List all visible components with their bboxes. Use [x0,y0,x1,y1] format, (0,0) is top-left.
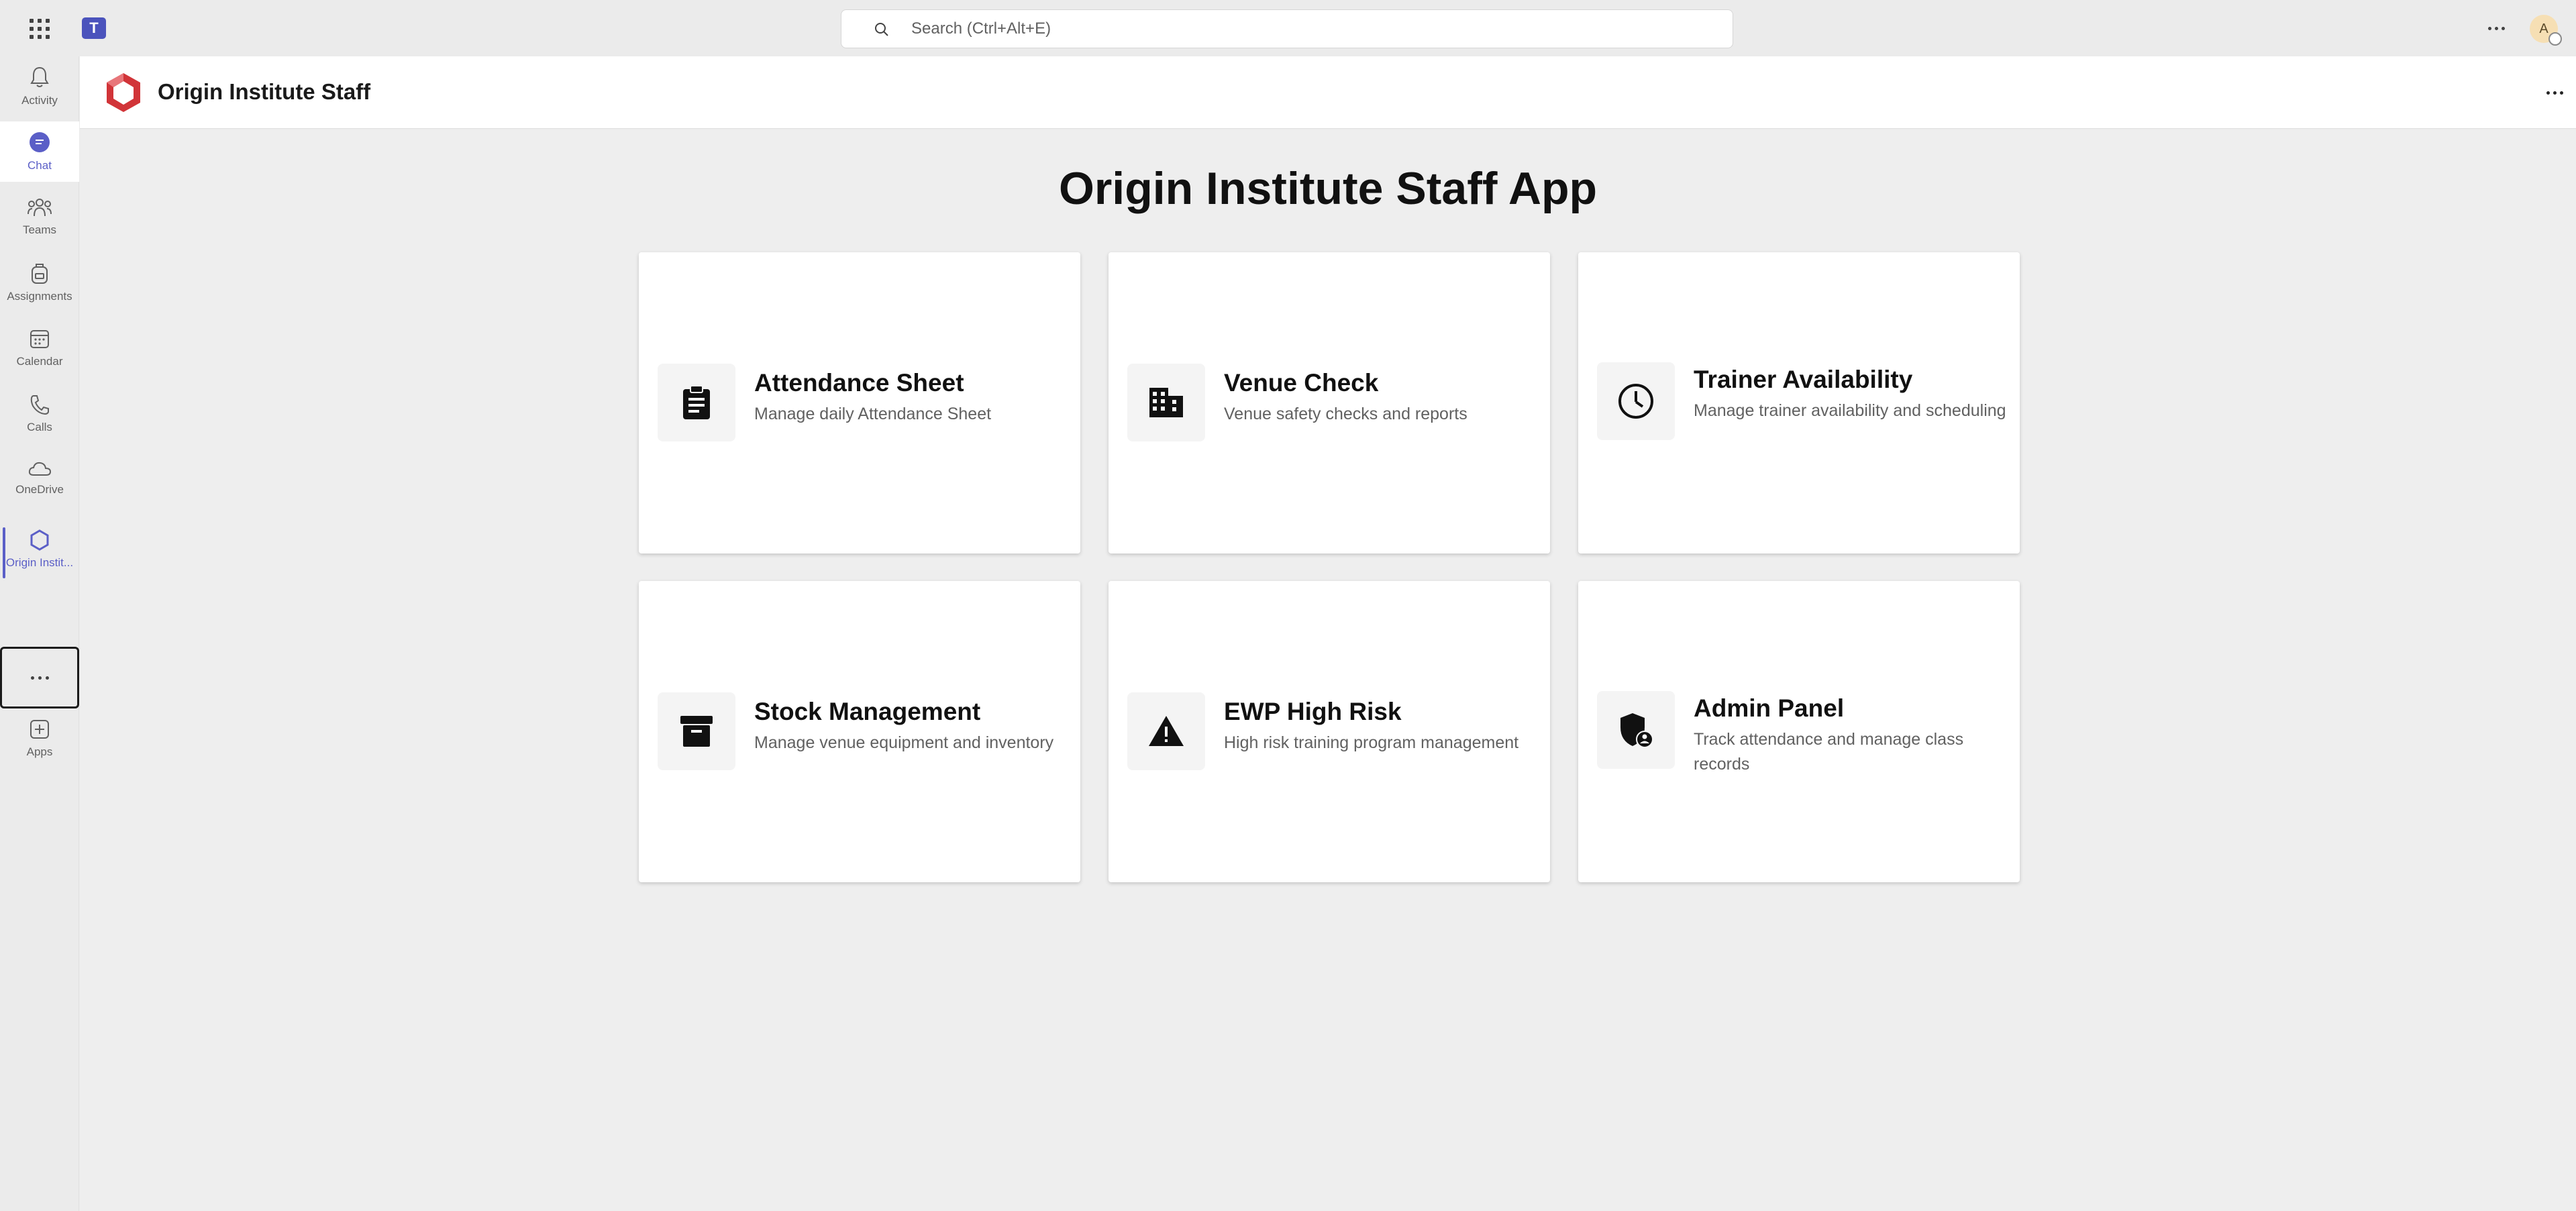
search-input[interactable]: Search (Ctrl+Alt+E) [841,9,1733,48]
rail-item-label: Activity [21,94,58,107]
calendar-icon [30,330,49,348]
warning-icon [1149,716,1184,746]
origin-logo-icon [107,73,140,112]
building-icon [1149,388,1183,417]
app-title: Origin Institute Staff [158,79,371,104]
card-venue-check[interactable]: Venue Check Venue safety checks and repo… [1109,252,1550,554]
top-bar: T Search (Ctrl+Alt+E) A [0,0,2576,56]
card-description: Manage daily Attendance Sheet [754,405,992,424]
rail-item-onedrive[interactable]: OneDrive [0,448,79,509]
card-text: Stock Management Manage venue equipment … [754,697,1067,755]
card-title: Admin Panel [1694,694,1845,722]
teams-icon [28,199,52,217]
bell-icon [30,66,49,87]
card-description: Manage venue equipment and inventory [754,733,1054,753]
rail-item-chat[interactable]: Chat [0,121,79,182]
search-icon [875,23,888,36]
clipboard-icon [683,385,710,419]
add-app-icon [30,720,49,739]
teams-logo: T [82,17,106,39]
rail-item-activity[interactable]: Activity [0,56,79,117]
rail-item-teams[interactable]: Teams [0,187,79,247]
card-description: Track attendance and manage class record… [1694,730,1964,774]
avatar[interactable]: A [2530,15,2562,46]
main-content: Origin Institute Staff App Attendance Sh… [80,129,2576,1211]
cloud-icon [28,462,52,476]
card-description: High risk training program management [1224,733,1519,753]
card-description: Manage trainer availability and scheduli… [1694,401,2006,421]
chat-icon [30,132,50,152]
rail-item-label: Chat [28,159,52,172]
card-icon-box [658,692,735,770]
rail-item-assignments[interactable]: Assignments [0,252,79,313]
card-text: Trainer Availability Manage trainer avai… [1694,365,2006,423]
card-icon-box [1127,692,1205,770]
presence-status-icon [2548,32,2562,46]
card-stock-management[interactable]: Stock Management Manage venue equipment … [639,581,1080,882]
phone-icon [30,395,49,415]
search-placeholder: Search (Ctrl+Alt+E) [911,19,1051,38]
more-apps-button[interactable] [0,647,79,708]
card-attendance-sheet[interactable]: Attendance Sheet Manage daily Attendance… [639,252,1080,554]
rail-item-label: Origin Instit... [5,556,74,569]
card-icon-box [1127,364,1205,441]
avatar-initial: A [2539,21,2548,36]
card-ewp-high-risk[interactable]: EWP High Risk High risk training program… [1109,581,1550,882]
backpack-icon [32,264,48,284]
rail-item-calls[interactable]: Calls [0,384,79,444]
rail-item-calendar[interactable]: Calendar [0,318,79,378]
app-header: Origin Institute Staff [80,56,2576,129]
card-admin-panel[interactable]: Admin Panel Track attendance and manage … [1578,581,2020,882]
card-icon-box [658,364,735,441]
card-text: Venue Check Venue safety checks and repo… [1224,368,1537,427]
card-title: Attendance Sheet [754,369,964,397]
archive-box-icon [680,716,713,747]
card-title: Venue Check [1224,369,1379,397]
clock-icon [1618,384,1653,419]
card-text: Attendance Sheet Manage daily Attendance… [754,368,1067,427]
card-icon-box [1597,691,1675,769]
page-title: Origin Institute Staff App [1058,163,1598,214]
rail-item-label: Teams [22,223,57,236]
rail-item-apps[interactable]: Apps [0,708,79,769]
card-description: Venue safety checks and reports [1224,405,1467,424]
app-launcher-icon[interactable] [27,16,52,42]
rail-item-label: Apps [26,745,53,758]
card-trainer-availability[interactable]: Trainer Availability Manage trainer avai… [1578,252,2020,554]
settings-more-button[interactable] [2481,15,2511,42]
app-rail: Activity Chat Teams Assignments Calendar… [0,56,79,1211]
card-icon-box [1597,362,1675,440]
rail-item-label: OneDrive [15,483,64,496]
origin-app-icon [30,529,49,551]
card-title: EWP High Risk [1224,698,1402,725]
rail-item-origin-institute[interactable]: Origin Instit... [0,519,79,580]
card-text: EWP High Risk High risk training program… [1224,697,1537,755]
card-text: Admin Panel Track attendance and manage … [1694,694,2006,776]
rail-item-label: Calls [27,421,52,433]
app-more-button[interactable] [2540,81,2569,105]
admin-shield-icon [1620,713,1653,748]
card-title: Stock Management [754,698,981,725]
rail-item-label: Assignments [7,290,72,303]
rail-item-label: Calendar [16,355,63,368]
card-title: Trainer Availability [1694,366,1913,393]
